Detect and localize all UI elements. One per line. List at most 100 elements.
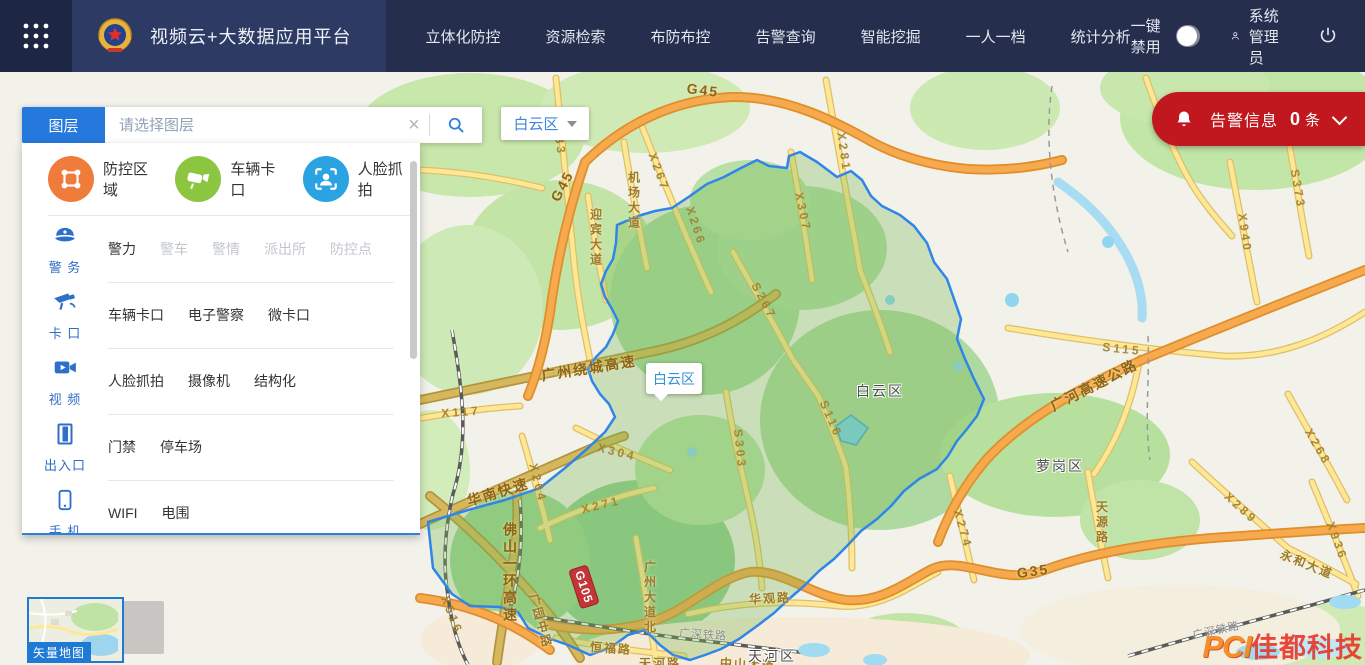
category-items: 车辆卡口 电子警察 微卡口 <box>108 305 310 325</box>
nav-item-0[interactable]: 立体化防控 <box>426 26 501 47</box>
category-items: 门禁 停车场 <box>108 437 202 457</box>
layer-item[interactable]: 电围 <box>162 503 190 523</box>
layer-item[interactable]: 警力 <box>108 239 136 259</box>
toggle-knob <box>1177 26 1197 46</box>
layer-item[interactable]: 派出所 <box>264 239 306 259</box>
layers-panel-body: 防控区域车辆卡口人脸抓拍 警 务警力警车警情派出所防控点卡 口车辆卡口电子警察微… <box>22 143 420 535</box>
tab-layers[interactable]: 图层 <box>22 107 105 143</box>
quick-layer-label: 人脸抓拍 <box>358 158 414 200</box>
layer-item[interactable]: 停车场 <box>160 437 202 457</box>
layer-item[interactable]: 微卡口 <box>268 305 310 325</box>
quick-layer-camera[interactable]: 车辆卡口 <box>175 156 286 202</box>
category-label: 警 务 <box>49 257 82 276</box>
navbar-right: 一键禁用 系统管理员 <box>1131 5 1365 68</box>
app-grid-button[interactable] <box>0 0 72 72</box>
category-label: 视 频 <box>49 389 82 408</box>
search-button[interactable] <box>430 107 482 143</box>
layer-item[interactable]: 电子警察 <box>188 305 244 325</box>
police-badge-logo <box>94 15 136 57</box>
category-label: 手 机 <box>49 521 82 536</box>
layer-item[interactable]: 车辆卡口 <box>108 305 164 325</box>
search-icon <box>446 115 466 135</box>
layer-search-input[interactable] <box>105 117 399 134</box>
layer-category-row: 手 机 WIFI 电围 <box>22 480 420 535</box>
nav-item-1[interactable]: 资源检索 <box>546 26 606 47</box>
quick-layer-region[interactable]: 防控区域 <box>48 156 159 202</box>
police-icon <box>51 223 79 254</box>
grid-icon <box>21 21 51 51</box>
district-selector[interactable]: 白云区 <box>501 107 589 140</box>
layer-item[interactable]: 结构化 <box>254 371 296 391</box>
collapsed-map-control[interactable] <box>122 601 164 654</box>
category-label: 卡 口 <box>49 323 82 342</box>
layer-categories: 警 务 警力 警车 警情 派出所 防控点卡 口 车辆卡口 电子警察 微卡口视 频 人脸抓拍 摄像机 结… <box>22 216 420 535</box>
nav-item-5[interactable]: 一人一档 <box>966 26 1026 47</box>
category-icon-col: 手 机 <box>22 487 108 536</box>
app-title: 视频云+大数据应用平台 <box>150 23 352 49</box>
phone-icon <box>54 487 76 518</box>
vendor-watermark: PCI 佳都科技 <box>1202 626 1363 665</box>
alert-bar[interactable]: 告警信息 0 条 <box>1152 92 1365 146</box>
category-items: WIFI 电围 <box>108 503 190 523</box>
alert-label: 告警信息 <box>1210 107 1278 131</box>
category-icon-col: 卡 口 <box>22 289 108 342</box>
nav-item-2[interactable]: 布防布控 <box>651 26 711 47</box>
top-navbar: 视频云+大数据应用平台 立体化防控 资源检索 布防布控 告警查询 智能挖掘 一人一档 统计分… <box>0 0 1365 72</box>
layer-item[interactable]: 警情 <box>212 239 240 259</box>
camera-icon <box>175 156 221 202</box>
layer-category-row: 出入口 门禁 停车场 <box>22 414 420 480</box>
chevron-down-icon <box>567 121 577 127</box>
layer-item[interactable]: 警车 <box>160 239 188 259</box>
layer-item[interactable]: 门禁 <box>108 437 136 457</box>
door-icon <box>53 421 77 452</box>
category-icon-col: 出入口 <box>22 421 108 474</box>
quick-layer-label: 车辆卡口 <box>230 158 286 200</box>
district-tooltip: 白云区 <box>646 363 702 394</box>
category-icon-col: 警 务 <box>22 223 108 276</box>
alert-unit: 条 <box>1305 109 1320 130</box>
layer-category-row: 卡 口 车辆卡口 电子警察 微卡口 <box>22 282 420 348</box>
quick-layer-face[interactable]: 人脸抓拍 <box>303 156 414 202</box>
vendor-name: 佳都科技 <box>1251 626 1363 665</box>
layer-item[interactable]: WIFI <box>108 505 138 521</box>
quick-disable-toggle[interactable] <box>1176 25 1200 47</box>
minimap[interactable]: 矢量地图 <box>27 597 124 663</box>
face-icon <box>303 156 349 202</box>
minimap-label: 矢量地图 <box>27 642 91 663</box>
district-selector-value: 白云区 <box>513 113 558 134</box>
nav-item-3[interactable]: 告警查询 <box>756 26 816 47</box>
category-label: 出入口 <box>44 455 86 474</box>
nav-item-6[interactable]: 统计分析 <box>1071 26 1131 47</box>
user-name: 系统管理员 <box>1249 5 1285 68</box>
category-items: 人脸抓拍 摄像机 结构化 <box>108 371 296 391</box>
layers-panel-header: 图层 × <box>22 107 482 143</box>
layers-panel: 图层 × 防控区域车辆卡口人脸抓拍 警 务警力警车警情派出所防控点卡 口车辆卡口… <box>22 107 482 535</box>
cctv-icon <box>51 289 79 320</box>
vendor-logo: PCI <box>1202 629 1251 665</box>
quick-layers-row: 防控区域 车辆卡口 人脸抓拍 <box>48 143 414 216</box>
layer-item[interactable]: 防控点 <box>330 239 372 259</box>
video-icon <box>51 355 79 386</box>
power-icon <box>1317 25 1339 47</box>
scrollbar-thumb[interactable] <box>410 161 417 359</box>
clear-search-icon[interactable]: × <box>399 107 429 143</box>
quick-disable-label: 一键禁用 <box>1131 15 1162 57</box>
scrollbar[interactable] <box>409 147 417 529</box>
main-menu: 立体化防控 资源检索 布防布控 告警查询 智能挖掘 一人一档 统计分析 <box>426 26 1131 47</box>
chevron-down-icon[interactable] <box>1332 109 1348 125</box>
region-icon <box>48 156 94 202</box>
layer-item[interactable]: 摄像机 <box>188 371 230 391</box>
layer-category-row: 警 务 警力 警车 警情 派出所 防控点 <box>22 216 420 282</box>
layer-item[interactable]: 人脸抓拍 <box>108 371 164 391</box>
brand-area: 视频云+大数据应用平台 <box>72 0 386 72</box>
category-icon-col: 视 频 <box>22 355 108 408</box>
user-menu[interactable]: 系统管理员 <box>1230 5 1285 68</box>
layer-category-row: 视 频 人脸抓拍 摄像机 结构化 <box>22 348 420 414</box>
alert-count: 0 <box>1290 109 1300 130</box>
district-tooltip-text: 白云区 <box>653 369 695 389</box>
logout-button[interactable] <box>1317 25 1339 47</box>
nav-item-4[interactable]: 智能挖掘 <box>861 26 921 47</box>
user-icon <box>1230 25 1241 47</box>
bell-icon <box>1174 109 1194 129</box>
category-items: 警力 警车 警情 派出所 防控点 <box>108 239 372 259</box>
